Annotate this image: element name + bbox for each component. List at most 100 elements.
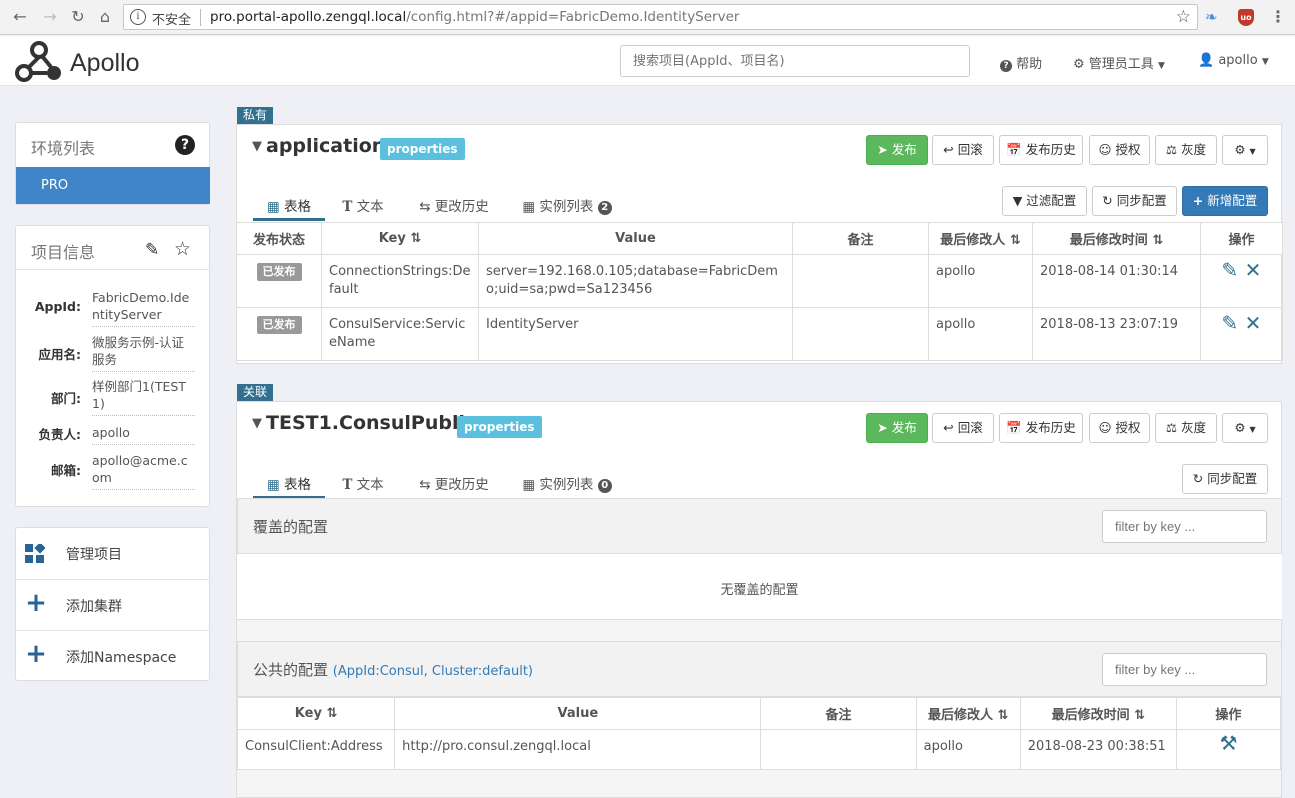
col-key[interactable]: Key ⇅ — [321, 222, 479, 255]
row-time: 2018-08-13 23:07:19 — [1032, 307, 1201, 361]
namespace-title[interactable]: ▼ application — [252, 135, 385, 157]
tab-text[interactable]: T 文本 — [333, 473, 393, 499]
edit-icon[interactable]: ✎ — [145, 240, 159, 260]
delete-icon[interactable]: ✕ — [1245, 311, 1262, 335]
apollo-logo-icon[interactable] — [14, 40, 64, 84]
gray-release-button[interactable]: ⚖ 灰度 — [1155, 135, 1217, 165]
appid-value: FabricDemo.IdentityServer — [92, 289, 195, 327]
caret-down-icon: ▼ — [1261, 57, 1269, 67]
owner-value: apollo — [92, 424, 195, 445]
sync-config-button[interactable]: ↻ 同步配置 — [1092, 186, 1177, 216]
sync-config-button[interactable]: ↻ 同步配置 — [1182, 464, 1268, 494]
filter-config-button[interactable]: ▼ 过滤配置 — [1002, 186, 1087, 216]
add-namespace-label: 添加Namespace — [66, 650, 177, 666]
row-value: http://pro.consul.zengql.local — [394, 729, 762, 770]
dept-label: 部门: — [51, 391, 81, 406]
info-icon[interactable]: i — [130, 9, 146, 25]
tab-text[interactable]: T 文本 — [333, 195, 393, 221]
search-input[interactable] — [620, 45, 970, 77]
sync-icon: ↻ — [1102, 193, 1113, 208]
tab-instances[interactable]: ▦ 实例列表 0 — [517, 473, 617, 499]
public-filter-input[interactable] — [1102, 653, 1267, 686]
question-circle-icon: ? — [1000, 60, 1012, 72]
tab-table[interactable]: ▦ 表格 — [253, 195, 325, 221]
col-modified-time[interactable]: 最后修改时间 ⇅ — [1019, 697, 1177, 730]
col-key[interactable]: Key ⇅ — [236, 697, 396, 730]
delete-icon[interactable]: ✕ — [1245, 258, 1262, 282]
appid-label: AppId: — [34, 299, 81, 314]
manage-project-item[interactable]: 管理项目 — [16, 528, 210, 579]
logo-text[interactable]: Apollo — [70, 49, 140, 78]
extension-leaf-icon[interactable]: ❧ — [1205, 8, 1223, 26]
add-namespace-item[interactable]: + 添加Namespace — [16, 630, 210, 681]
col-status: 发布状态 — [236, 222, 322, 255]
swap-icon: ⇆ — [419, 477, 431, 493]
sort-icon: ⇅ — [1152, 233, 1164, 248]
add-cluster-item[interactable]: + 添加集群 — [16, 579, 210, 630]
star-icon[interactable]: ☆ — [174, 238, 191, 260]
help-link[interactable]: ? 帮助 — [1000, 53, 1042, 72]
bookmark-star-icon[interactable]: ☆ — [1176, 7, 1191, 27]
sort-icon: ⇅ — [997, 708, 1009, 723]
grant-button[interactable]: ☺ 授权 — [1089, 135, 1150, 165]
tab-change-history[interactable]: ⇆ 更改历史 — [415, 195, 493, 221]
table-row: 已发布 ConsulService:ServiceName IdentitySe… — [236, 307, 1283, 361]
admin-tools-dropdown[interactable]: ⚙ 管理员工具 ▼ — [1073, 53, 1165, 72]
back-icon[interactable]: ← — [10, 7, 30, 27]
table-header-row: Key ⇅ Value 备注 最后修改人 ⇅ 最后修改时间 ⇅ 操作 — [236, 697, 1282, 730]
grant-button[interactable]: ☺ 授权 — [1089, 413, 1150, 443]
edit-icon[interactable]: ✎ — [1222, 258, 1239, 282]
browser-menu-icon[interactable]: ⋮ — [1270, 7, 1286, 26]
plus-icon: + — [1192, 193, 1204, 208]
namespace-private-tag: 私有 — [237, 107, 274, 124]
rollback-button[interactable]: ↩ 回滚 — [932, 135, 994, 165]
override-filter-input[interactable] — [1102, 510, 1267, 543]
forward-icon[interactable]: → — [40, 7, 60, 27]
gear-icon: ⚙ — [1234, 420, 1246, 435]
settings-dropdown-button[interactable]: ⚙ ▼ — [1222, 135, 1268, 165]
row-comment — [760, 729, 917, 770]
table-row: 已发布 ConnectionStrings:Default server=192… — [236, 254, 1283, 308]
public-config-table: Key ⇅ Value 备注 最后修改人 ⇅ 最后修改时间 ⇅ 操作 Consu… — [236, 697, 1282, 770]
sync-icon: ↻ — [1192, 471, 1204, 486]
row-comment — [792, 254, 929, 308]
tab-table[interactable]: ▦ 表格 — [253, 473, 325, 499]
list-icon: ▦ — [522, 477, 536, 493]
format-badge: properties — [457, 416, 542, 438]
gear-icon: ⚙ — [1234, 142, 1246, 157]
env-item-pro[interactable]: PRO — [16, 167, 210, 204]
help-question-icon[interactable]: ? — [175, 135, 195, 155]
col-value: Value — [394, 697, 762, 730]
release-history-button[interactable]: 📅 发布历史 — [999, 135, 1083, 165]
col-modifier[interactable]: 最后修改人 ⇅ — [928, 222, 1033, 255]
col-value: Value — [478, 222, 793, 255]
settings-dropdown-button[interactable]: ⚙ ▼ — [1222, 413, 1268, 443]
publish-button[interactable]: ➤ 发布 — [866, 135, 928, 165]
ublock-icon[interactable]: uo — [1238, 9, 1254, 26]
owner-label: 负责人: — [38, 427, 82, 442]
release-history-button[interactable]: 📅 发布历史 — [999, 413, 1083, 443]
home-icon[interactable]: ⌂ — [95, 7, 115, 27]
edit-icon[interactable]: ✎ — [1222, 311, 1239, 335]
namespace-associated-tag: 关联 — [237, 384, 274, 401]
namespace-panel-consul-public: ▼ TEST1.ConsulPublic properties ➤ 发布 ↩ 回滚… — [236, 401, 1282, 798]
filter-icon: ▼ — [1012, 193, 1023, 208]
tab-change-history[interactable]: ⇆ 更改历史 — [415, 473, 493, 499]
row-value: IdentityServer — [478, 307, 793, 361]
tab-instances[interactable]: ▦ 实例列表 2 — [517, 195, 617, 221]
publish-button[interactable]: ➤ 发布 — [866, 413, 928, 443]
sort-icon: ⇅ — [326, 706, 338, 721]
rollback-button[interactable]: ↩ 回滚 — [932, 413, 994, 443]
col-modified-time[interactable]: 最后修改时间 ⇅ — [1032, 222, 1201, 255]
col-operations: 操作 — [1175, 697, 1282, 730]
status-badge: 已发布 — [256, 316, 302, 334]
add-config-button[interactable]: + 新增配置 — [1182, 186, 1268, 216]
reload-icon[interactable]: ↻ — [68, 7, 88, 27]
address-bar[interactable]: i 不安全 pro.portal-apollo.zengql.local/con… — [123, 4, 1198, 30]
col-modifier[interactable]: 最后修改人 ⇅ — [915, 697, 1021, 730]
namespace-panel-application: ▼ application properties ➤ 发布 ↩ 回滚 📅 发布历史… — [236, 124, 1283, 364]
gray-release-button[interactable]: ⚖ 灰度 — [1155, 413, 1217, 443]
user-dropdown[interactable]: 👤 apollo ▼ — [1198, 53, 1269, 68]
namespace-title[interactable]: ▼ TEST1.ConsulPublic — [252, 412, 476, 434]
override-tool-icon[interactable]: ⚒ — [1219, 731, 1237, 755]
